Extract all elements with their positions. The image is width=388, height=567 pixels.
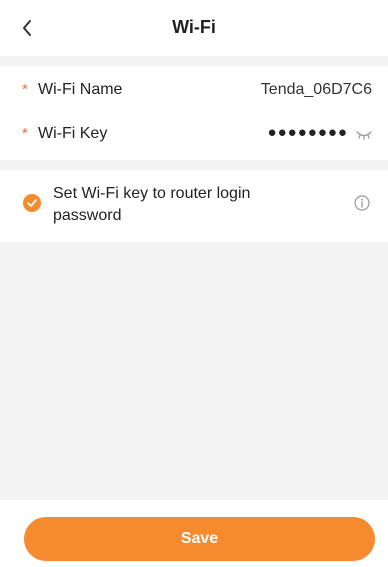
page-title: Wi-Fi	[172, 17, 216, 37]
wifi-settings-card: * Wi-Fi Name Tenda_06D7C6 * Wi-Fi Key ●●…	[0, 66, 388, 160]
wifi-key-label: Wi-Fi Key	[38, 125, 108, 142]
router-password-option: Set Wi-Fi key to router login password	[0, 170, 388, 242]
wifi-key-value[interactable]: ●●●●●●●●	[268, 124, 348, 141]
login-password-checkbox[interactable]	[23, 194, 41, 212]
login-password-option-label: Set Wi-Fi key to router login password	[53, 185, 251, 224]
header-bar: Wi-Fi	[0, 0, 388, 56]
required-mark: *	[22, 125, 28, 142]
info-icon[interactable]	[354, 195, 370, 211]
footer-bar: Save	[0, 500, 388, 567]
wifi-name-value[interactable]: Tenda_06D7C6	[261, 81, 372, 99]
checkmark-icon	[27, 199, 37, 207]
wifi-key-row[interactable]: * Wi-Fi Key ●●●●●●●●	[0, 114, 388, 156]
wifi-name-row[interactable]: * Wi-Fi Name Tenda_06D7C6	[0, 70, 388, 112]
eye-closed-icon[interactable]	[356, 128, 372, 142]
required-mark: *	[22, 81, 28, 98]
save-button[interactable]: Save	[24, 517, 375, 561]
wifi-name-label: Wi-Fi Name	[38, 81, 123, 98]
